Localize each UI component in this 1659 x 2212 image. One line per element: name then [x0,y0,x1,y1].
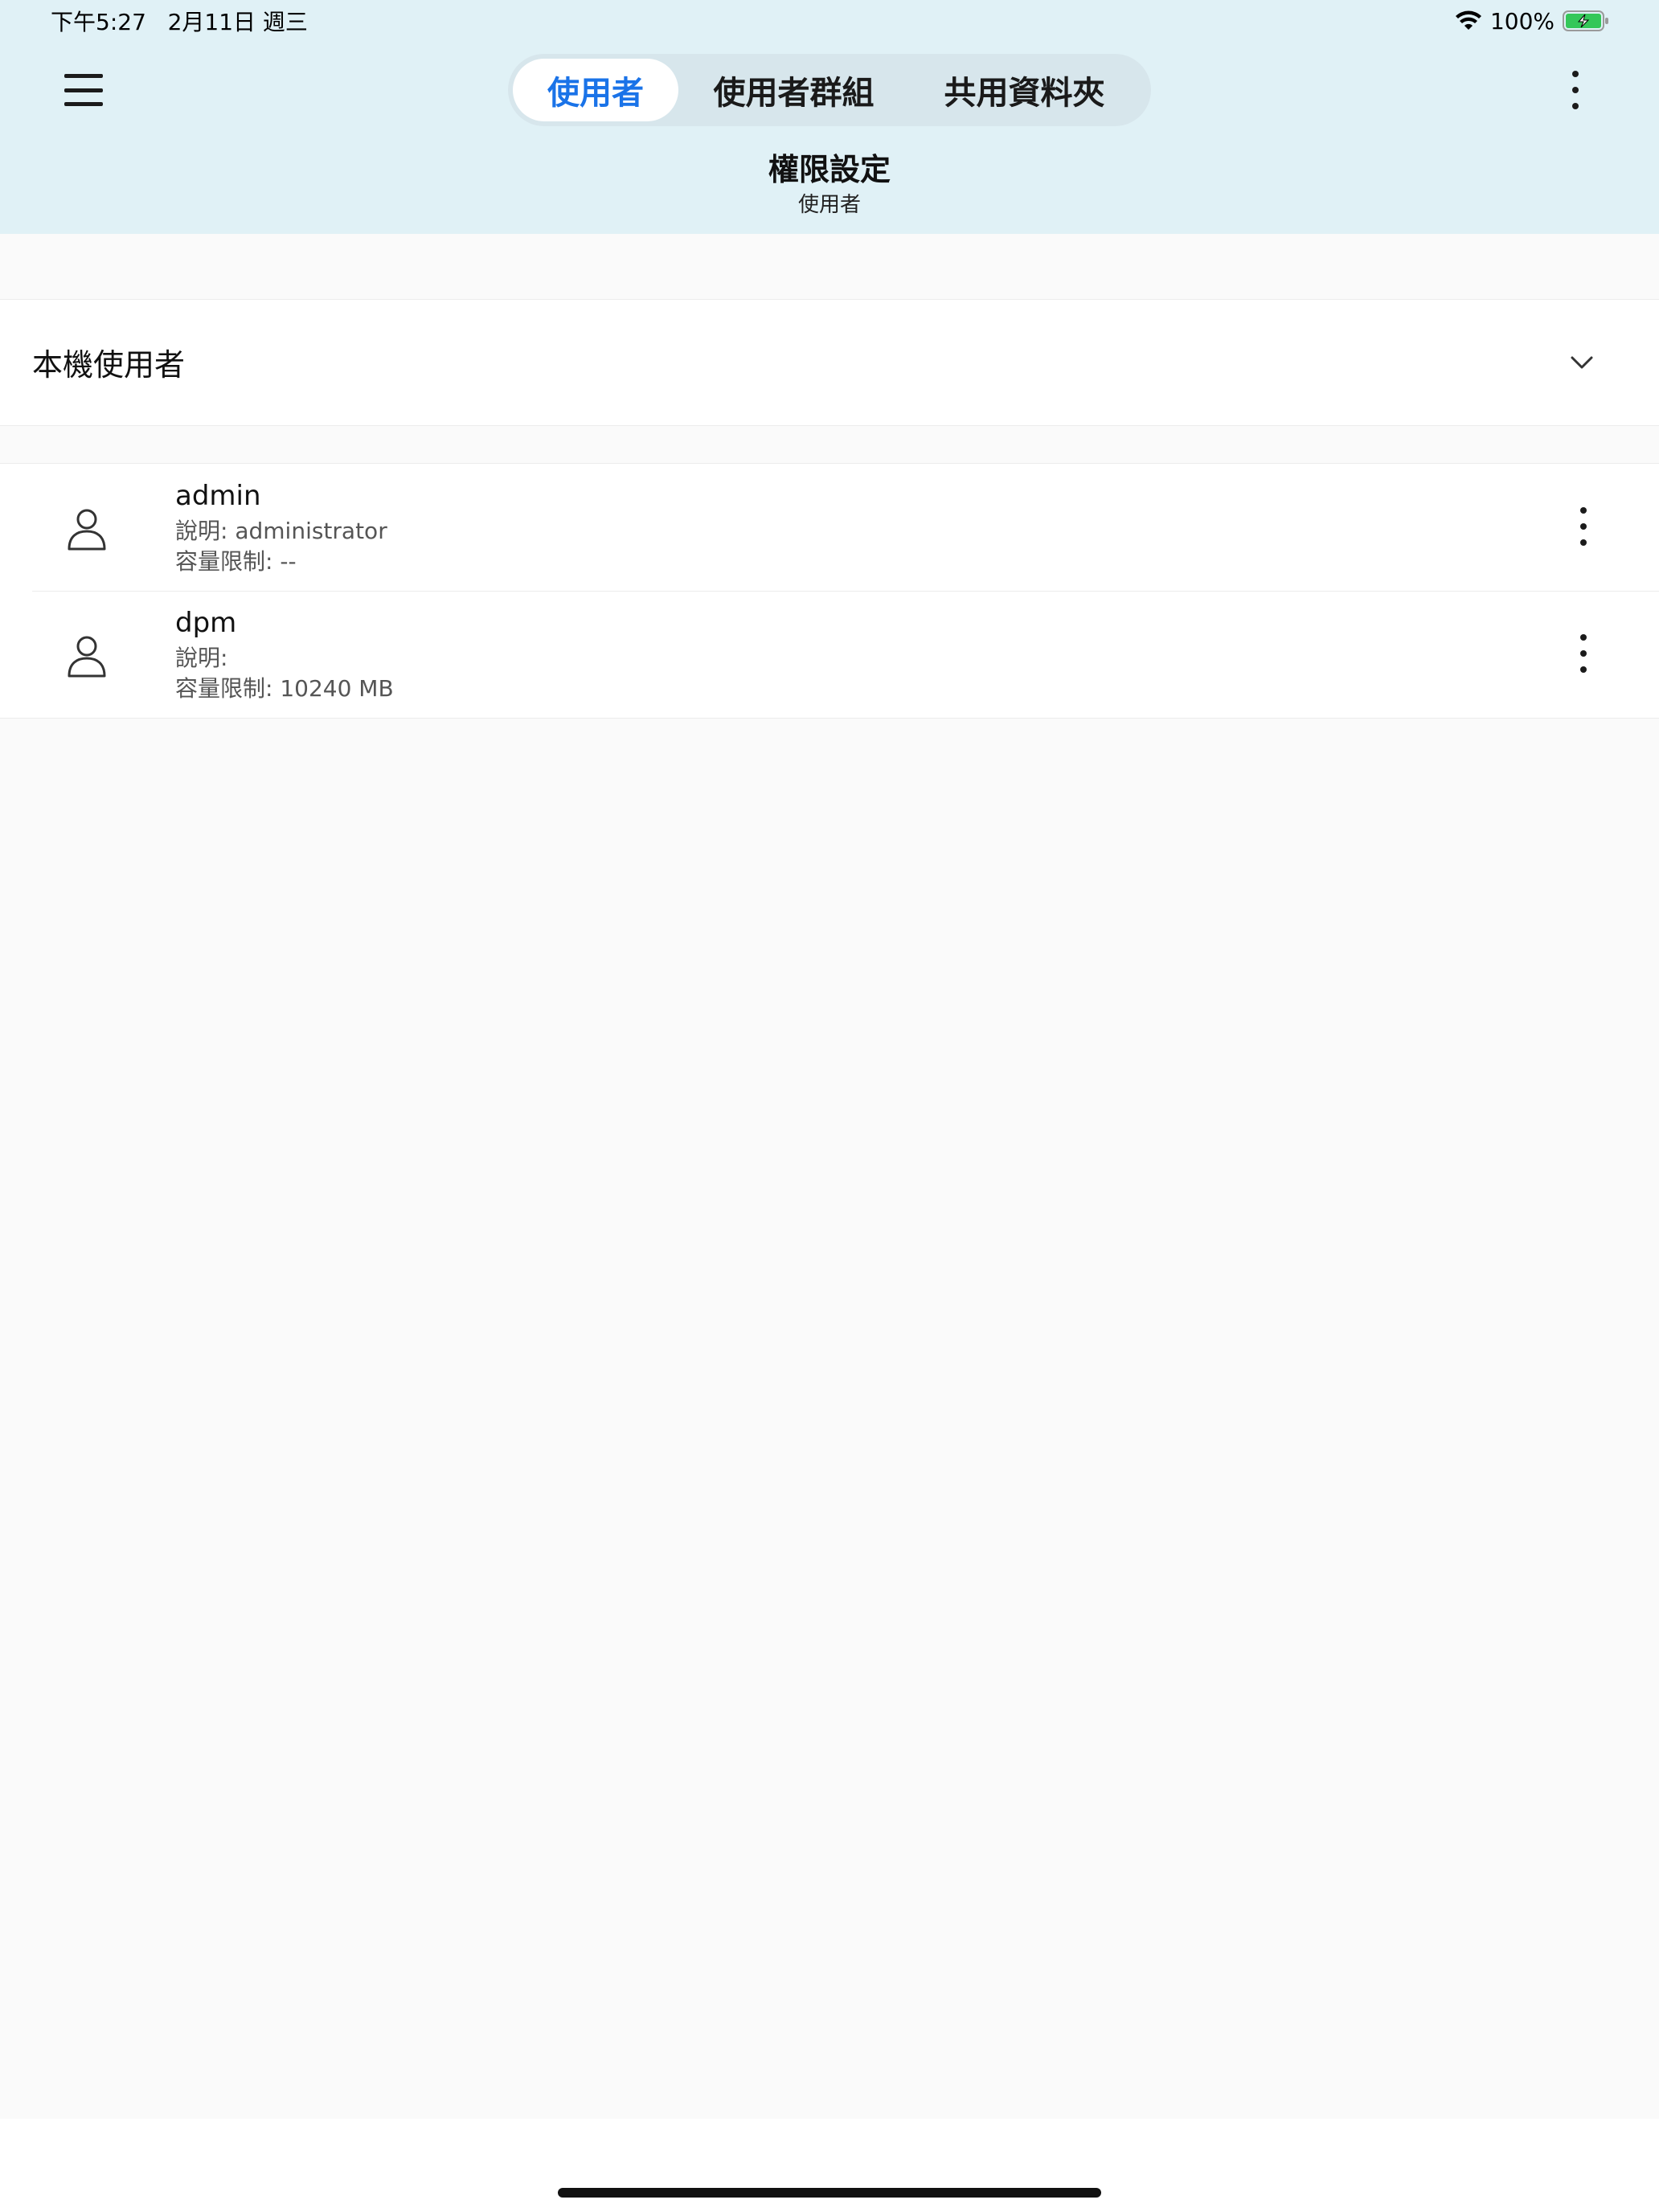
tab-user-groups[interactable]: 使用者群組 [678,59,909,121]
user-description: 說明: [175,645,228,671]
menu-icon[interactable] [64,74,103,106]
user-quota: 容量限制: -- [175,548,297,575]
battery-percent: 100% [1489,7,1555,35]
segmented-tabs: 使用者 使用者群組 共用資料夾 [508,54,1151,126]
page-subtitle: 使用者 [797,193,861,217]
bottom-safe-area [0,2119,1659,2212]
more-vertical-icon[interactable] [1567,507,1600,546]
battery-charging-icon [1563,10,1608,31]
status-indicators: 100% [1455,5,1609,37]
list-item[interactable]: dpm 說明: 容量限制: 10240 MB [0,591,1659,718]
user-quota: 容量限制: 10240 MB [175,675,394,702]
list-item[interactable]: admin 說明: administrator 容量限制: -- [0,464,1659,591]
local-users-section-header[interactable]: 本機使用者 [0,299,1659,426]
more-vertical-icon[interactable] [1567,634,1600,673]
more-vertical-icon[interactable] [1559,71,1591,109]
user-list: admin 說明: administrator 容量限制: -- dpm 說明:… [0,463,1659,719]
user-icon [68,509,106,551]
user-name: admin [175,480,261,512]
tab-shared-folders[interactable]: 共用資料夾 [909,59,1140,121]
user-name: dpm [175,607,237,639]
user-description: 說明: administrator [175,518,387,544]
home-indicator[interactable] [558,2188,1101,2198]
user-icon [68,636,106,678]
status-time: 下午5:27 2月11日 週三 [51,9,308,35]
status-bar: 下午5:27 2月11日 週三 100% [0,0,1659,42]
section-label: 本機使用者 [32,347,186,383]
app-header: 下午5:27 2月11日 週三 100% 使用者 使用者群組 共用資料夾 權限設… [0,0,1659,234]
tab-users[interactable]: 使用者 [513,59,678,121]
chevron-down-icon[interactable] [1566,346,1598,379]
page-title: 權限設定 [768,152,891,187]
wifi-icon [1455,10,1481,30]
